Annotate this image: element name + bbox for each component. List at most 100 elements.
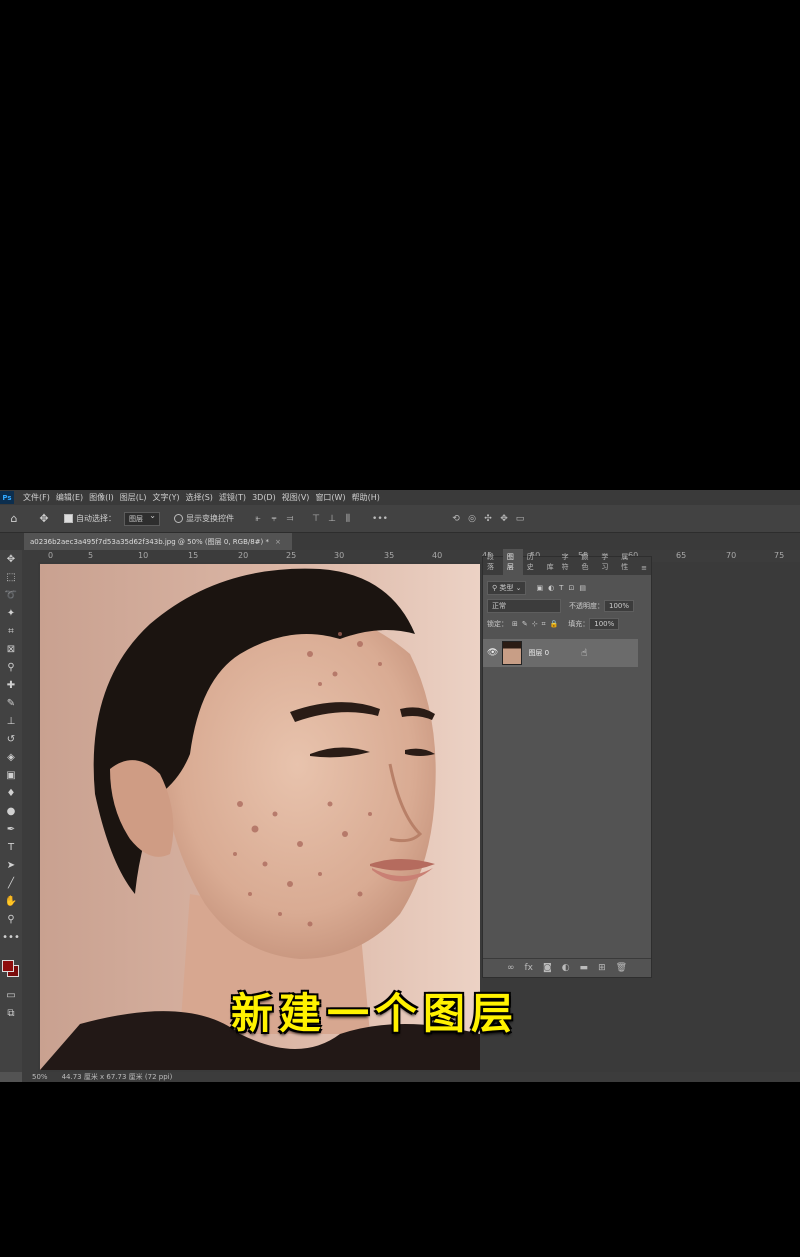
- eraser-tool-icon[interactable]: ◈: [0, 748, 22, 766]
- tab-learn[interactable]: 学习: [597, 549, 617, 575]
- lasso-tool-icon[interactable]: ➰: [0, 586, 22, 604]
- eye-icon[interactable]: 👁: [487, 648, 498, 658]
- line-tool-icon[interactable]: ╱: [0, 874, 22, 892]
- tab-character[interactable]: 字符: [558, 549, 578, 575]
- zoom-tool-icon[interactable]: ⚲: [0, 910, 22, 928]
- trash-icon[interactable]: 🗑: [616, 963, 627, 973]
- menu-layer[interactable]: 图层(L): [117, 492, 150, 503]
- layer-filter-dropdown[interactable]: ⚲ 类型 ⌄: [487, 581, 527, 595]
- opacity-input[interactable]: 100%: [604, 600, 635, 612]
- menu-select[interactable]: 选择(S): [183, 492, 216, 503]
- align-middle-icon[interactable]: ⊥: [324, 514, 340, 524]
- path-select-icon[interactable]: ➤: [0, 856, 22, 874]
- foreground-color-swatch[interactable]: [2, 960, 14, 972]
- status-bar: 50% 44.73 厘米 x 67.73 厘米 (72 ppi): [22, 1072, 800, 1082]
- align-right-icon[interactable]: ⫤: [282, 514, 298, 524]
- layer-filter-row: ⚲ 类型 ⌄ ▣◐T⊡▤: [483, 579, 651, 597]
- align-left-icon[interactable]: ⫦: [250, 514, 266, 524]
- menu-type[interactable]: 文字(Y): [149, 492, 182, 503]
- document-tab[interactable]: a0236b2aec3a495f7d53a35d62f343b.jpg @ 50…: [24, 533, 292, 550]
- lock-row: 锁定： ⊞✎⊹⌗🔒 填充： 100%: [483, 615, 651, 633]
- pen-tool-icon[interactable]: ✒: [0, 820, 22, 838]
- mask-icon[interactable]: ◙: [543, 963, 552, 973]
- ruler-tick: 40: [432, 551, 443, 560]
- document-dimensions: 44.73 厘米 x 67.73 厘米 (72 ppi): [61, 1073, 173, 1081]
- show-transform-label: 显示变换控件: [186, 514, 234, 523]
- more-options-icon[interactable]: •••: [372, 514, 388, 524]
- align-top-icon[interactable]: ⊤: [308, 514, 324, 524]
- lock-label: 锁定：: [487, 620, 508, 628]
- ruler-tick: 75: [774, 551, 785, 560]
- video-subtitle: 新建一个图层: [230, 989, 519, 1038]
- adjustment-icon[interactable]: ◐: [562, 963, 570, 973]
- blend-mode-dropdown[interactable]: 正常: [487, 599, 561, 613]
- menu-filter[interactable]: 滤镜(T): [216, 492, 249, 503]
- link-icon[interactable]: ∞: [507, 963, 515, 973]
- tab-history[interactable]: 历史: [523, 549, 543, 575]
- distribute-icon[interactable]: ⫼: [340, 514, 356, 524]
- 3d-roll-icon[interactable]: ◎: [464, 514, 480, 524]
- magic-wand-icon[interactable]: ✦: [0, 604, 22, 622]
- layer-name[interactable]: 图层 0: [528, 648, 549, 658]
- 3d-slide-icon[interactable]: ✥: [496, 514, 512, 524]
- menu-view[interactable]: 视图(V): [279, 492, 313, 503]
- show-transform-checkbox[interactable]: [174, 514, 183, 523]
- panel-menu-icon[interactable]: ≡: [637, 561, 651, 575]
- fill-input[interactable]: 100%: [589, 618, 620, 630]
- new-layer-icon[interactable]: ⊞: [598, 963, 606, 973]
- healing-brush-icon[interactable]: ✚: [0, 676, 22, 694]
- fx-icon[interactable]: fx: [524, 963, 533, 973]
- ruler-tick: 30: [334, 551, 345, 560]
- menu-image[interactable]: 图像(I): [86, 492, 117, 503]
- layers-panel: 段落 图层 历史 库 字符 颜色 学习 属性 ≡ ⚲ 类型 ⌄ ▣◐T⊡▤ 正常…: [482, 549, 652, 978]
- menu-help[interactable]: 帮助(H): [349, 492, 383, 503]
- ruler-tick: 5: [88, 551, 94, 560]
- menu-window[interactable]: 窗口(W): [312, 492, 348, 503]
- brush-tool-icon[interactable]: ✎: [0, 694, 22, 712]
- tab-library[interactable]: 库: [543, 559, 558, 575]
- marquee-tool-icon[interactable]: ⬚: [0, 568, 22, 586]
- ruler-tick: 15: [188, 551, 199, 560]
- frame-tool-icon[interactable]: ⊠: [0, 640, 22, 658]
- tab-layers[interactable]: 图层: [502, 549, 523, 575]
- home-icon[interactable]: ⌂: [6, 511, 22, 527]
- tab-paragraph[interactable]: 段落: [483, 549, 503, 575]
- history-brush-icon[interactable]: ↺: [0, 730, 22, 748]
- more-tools-icon[interactable]: •••: [0, 928, 22, 946]
- move-tool-icon[interactable]: ✥: [36, 511, 52, 527]
- clone-stamp-icon[interactable]: ⊥: [0, 712, 22, 730]
- auto-select-dropdown[interactable]: 图层: [124, 511, 160, 526]
- filter-icons[interactable]: ▣◐T⊡▤: [536, 584, 590, 592]
- ruler-tick: 25: [286, 551, 297, 560]
- opacity-label: 不透明度：: [569, 602, 604, 610]
- ruler-tick: 20: [238, 551, 249, 560]
- menu-bar: Ps 文件(F) 编辑(E) 图像(I) 图层(L) 文字(Y) 选择(S) 滤…: [0, 490, 800, 505]
- 3d-pan-icon[interactable]: ✣: [480, 514, 496, 524]
- hand-tool-icon[interactable]: ✋: [0, 892, 22, 910]
- tab-properties[interactable]: 属性: [617, 549, 637, 575]
- tab-color[interactable]: 颜色: [578, 549, 598, 575]
- ruler-tick: 10: [138, 551, 149, 560]
- ruler-tick: 70: [726, 551, 737, 560]
- menu-edit[interactable]: 编辑(E): [53, 492, 86, 503]
- panel-tabs: 段落 图层 历史 库 字符 颜色 学习 属性 ≡: [483, 549, 651, 575]
- move-tool-icon[interactable]: ✥: [0, 550, 22, 568]
- menu-3d[interactable]: 3D(D): [249, 493, 279, 502]
- lock-icons[interactable]: ⊞✎⊹⌗🔒: [512, 620, 562, 629]
- eyedropper-icon[interactable]: ⚲: [0, 658, 22, 676]
- menu-file[interactable]: 文件(F): [20, 492, 53, 503]
- crop-tool-icon[interactable]: ⌗: [0, 622, 22, 640]
- 3d-orbit-icon[interactable]: ⟲: [448, 514, 464, 524]
- zoom-level[interactable]: 50%: [32, 1073, 48, 1081]
- align-center-icon[interactable]: ⫧: [266, 514, 282, 524]
- 3d-camera-icon[interactable]: ▭: [512, 514, 528, 524]
- dodge-tool-icon[interactable]: ●: [0, 802, 22, 820]
- layer-row[interactable]: 👁 图层 0 ☝: [483, 639, 638, 667]
- type-tool-icon[interactable]: T: [0, 838, 22, 856]
- gradient-tool-icon[interactable]: ▣: [0, 766, 22, 784]
- layers-footer: ∞ fx ◙ ◐ ▬ ⊞ 🗑: [483, 958, 651, 977]
- blur-tool-icon[interactable]: ♦: [0, 784, 22, 802]
- folder-icon[interactable]: ▬: [580, 963, 589, 973]
- auto-select-checkbox[interactable]: [64, 514, 73, 523]
- close-icon[interactable]: ×: [275, 538, 281, 546]
